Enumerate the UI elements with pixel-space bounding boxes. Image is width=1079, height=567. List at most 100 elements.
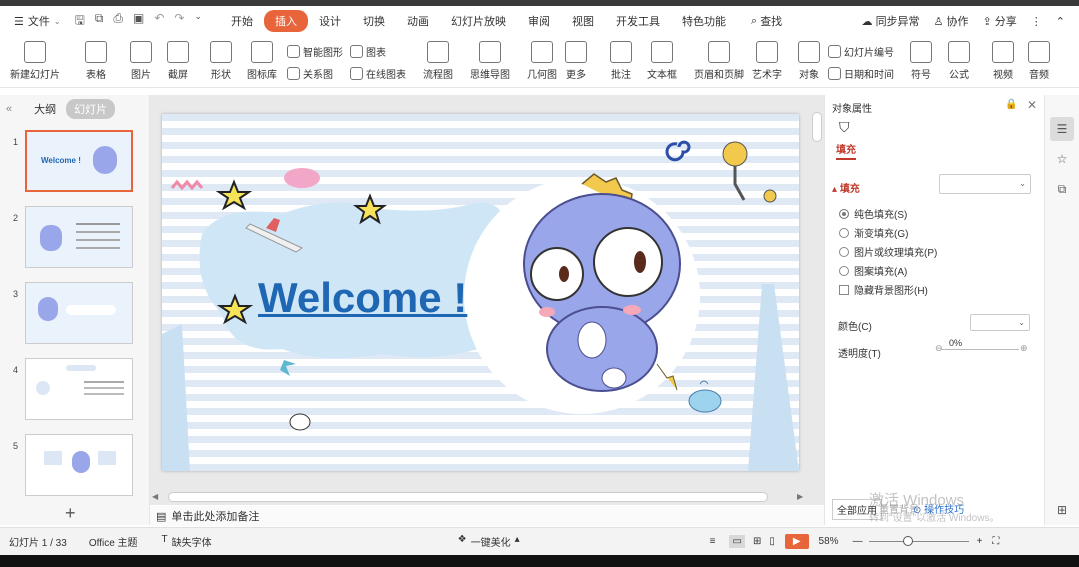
slide-title[interactable]: Welcome ! xyxy=(258,274,467,322)
comment-button[interactable]: 批注 xyxy=(610,41,632,81)
export-icon[interactable]: ⧉ xyxy=(95,11,104,32)
wordart-button[interactable]: 艺术字 xyxy=(752,41,782,81)
zoom-in-icon[interactable]: + xyxy=(977,536,983,547)
datetime-button[interactable]: 日期和时间 xyxy=(828,66,894,81)
play-slideshow-button[interactable]: ▶ xyxy=(784,534,809,549)
slide-thumbnail-1[interactable]: Welcome ! xyxy=(25,130,133,192)
mindmap-button[interactable]: 思维导图 xyxy=(470,41,510,81)
beautify-button[interactable]: ❖ 一键美化 ▴ xyxy=(458,534,520,549)
tab-fill[interactable]: 填充 xyxy=(836,141,856,160)
missing-font-button[interactable]: T 缺失字体 xyxy=(162,534,212,549)
normal-view-icon[interactable]: ▭ xyxy=(729,535,745,548)
slide-thumbnail-2[interactable] xyxy=(25,206,133,268)
geometry-button[interactable]: 几何图 xyxy=(527,41,557,81)
tab-features[interactable]: 特色功能 xyxy=(671,10,737,32)
hide-background-checkbox[interactable]: 隐藏背景图形(H) xyxy=(839,282,928,297)
add-slide-icon[interactable]: + xyxy=(65,503,76,524)
zoom-out-icon[interactable]: — xyxy=(853,536,863,547)
new-slide-button[interactable]: 新建幻灯片 xyxy=(10,41,60,81)
textbox-button[interactable]: 文本框 xyxy=(647,41,677,81)
picture-fill-option[interactable]: 图片或纹理填充(P) xyxy=(839,244,937,259)
relation-button[interactable]: 关系图 xyxy=(287,66,333,81)
zoom-slider[interactable] xyxy=(868,536,969,546)
online-chart-button[interactable]: 在线图表 xyxy=(350,66,406,81)
tab-slides[interactable]: 幻灯片 xyxy=(66,99,116,119)
notes-bar[interactable]: ▤ 单击此处添加备注 xyxy=(150,506,824,526)
print-icon[interactable]: ⎙ xyxy=(113,11,123,32)
symbol-button[interactable]: 符号 xyxy=(910,41,932,81)
tab-transition[interactable]: 切换 xyxy=(352,10,396,32)
design-rail-button[interactable]: ⧉ xyxy=(1050,177,1074,201)
transparency-slider[interactable] xyxy=(941,349,1019,350)
undo-icon[interactable]: ↶ xyxy=(154,11,164,32)
tab-developer[interactable]: 开发工具 xyxy=(605,10,671,32)
zoom-level[interactable]: 58% xyxy=(819,536,839,547)
object-properties-panel: 对象属性 🔒 ✕ ⛉ 填充 ▴ 填充 ⌄ 纯色填充(S) 渐变填充(G) 图片或… xyxy=(824,95,1044,525)
more-button[interactable]: 更多 xyxy=(565,41,587,81)
screenshot-button[interactable]: 截屏 xyxy=(167,41,189,81)
slide-sorter-icon[interactable]: ⊞ xyxy=(753,536,761,547)
fill-dropdown[interactable]: ⌄ xyxy=(939,174,1031,194)
more-menu-icon[interactable]: ⋮ xyxy=(1031,15,1042,28)
tab-animation[interactable]: 动画 xyxy=(396,10,440,32)
slide-number-button[interactable]: 幻灯片编号 xyxy=(828,44,894,59)
tab-review[interactable]: 审阅 xyxy=(517,10,561,32)
reading-view-icon[interactable]: ▯ xyxy=(769,536,775,547)
find-button[interactable]: ⌕ 查找 xyxy=(751,13,782,29)
close-icon[interactable]: ✕ xyxy=(1027,98,1037,112)
redo-icon[interactable]: ↷ xyxy=(174,11,184,32)
video-button[interactable]: 视频 xyxy=(992,41,1014,81)
audio-button[interactable]: 音频 xyxy=(1028,41,1050,81)
slide-thumbnail-5[interactable] xyxy=(25,434,133,496)
formula-button[interactable]: 公式 xyxy=(948,41,970,81)
slide-thumbnail-3[interactable] xyxy=(25,282,133,344)
collapse-pane-icon[interactable]: « xyxy=(6,103,12,115)
slide-1[interactable]: Welcome ! xyxy=(162,114,799,471)
scroll-left-icon[interactable]: ◀ xyxy=(152,492,158,501)
solid-fill-option[interactable]: 纯色填充(S) xyxy=(839,206,907,221)
zoom-thumb[interactable] xyxy=(902,536,913,546)
file-menu[interactable]: ☰ 文件 ⌄ xyxy=(8,13,67,29)
vertical-scrollbar[interactable] xyxy=(812,112,822,142)
color-dropdown[interactable]: ⌄ xyxy=(970,314,1030,331)
customize-icon[interactable]: ⌄ xyxy=(194,11,202,32)
horizontal-scrollbar[interactable] xyxy=(168,492,768,502)
fill-section-header[interactable]: ▴ 填充 xyxy=(832,180,860,195)
header-footer-button[interactable]: 页眉和页脚 xyxy=(694,41,744,81)
shape-button[interactable]: 形状 xyxy=(210,41,232,81)
flowchart-button[interactable]: 流程图 xyxy=(423,41,453,81)
collab-button[interactable]: ♙ 协作 xyxy=(934,13,969,29)
pin-icon[interactable]: 🔒 xyxy=(1005,99,1017,110)
tab-slideshow[interactable]: 幻灯片放映 xyxy=(440,10,517,32)
smart-graphic-button[interactable]: 智能图形 xyxy=(287,44,343,59)
fit-window-icon[interactable]: ⛶ xyxy=(992,536,999,547)
table-button[interactable]: 表格 xyxy=(85,41,107,81)
preview-icon[interactable]: ▣ xyxy=(133,11,144,32)
tab-home[interactable]: 开始 xyxy=(220,10,264,32)
save-icon[interactable]: 🖫 xyxy=(75,11,85,32)
icon-library-button[interactable]: 图标库 xyxy=(247,41,277,81)
sync-status[interactable]: ☁ 同步异常 xyxy=(862,13,920,29)
object-button[interactable]: 对象 xyxy=(798,41,820,81)
tab-view[interactable]: 视图 xyxy=(561,10,605,32)
theme-name[interactable]: Office 主题 xyxy=(89,534,138,549)
share-button[interactable]: ⇪ 分享 xyxy=(983,13,1017,29)
properties-rail-button[interactable]: ☰ xyxy=(1050,117,1074,141)
tab-design[interactable]: 设计 xyxy=(308,10,352,32)
collapse-ribbon-icon[interactable]: ⌃ xyxy=(1056,15,1065,28)
plus-icon[interactable]: ⊕ xyxy=(1020,343,1028,354)
animation-rail-button[interactable]: ☆ xyxy=(1050,147,1074,171)
slide-thumbnail-4[interactable] xyxy=(25,358,133,420)
picture-button[interactable]: 图片 xyxy=(130,41,152,81)
chart-button[interactable]: 图表 xyxy=(350,44,386,59)
pattern-fill-option[interactable]: 图案填充(A) xyxy=(839,263,907,278)
right-rail: ☰ ☆ ⧉ ⊞ xyxy=(1044,95,1079,525)
minus-icon[interactable]: ⊖ xyxy=(935,343,943,354)
status-bar: 幻灯片 1 / 33 Office 主题 T 缺失字体 ❖ 一键美化 ▴ ≡ ▭ ⊞ … xyxy=(0,527,1079,555)
grid-rail-button[interactable]: ⊞ xyxy=(1050,498,1074,522)
tab-insert[interactable]: 插入 xyxy=(264,10,309,32)
scroll-right-icon[interactable]: ▶ xyxy=(797,492,803,501)
gradient-fill-option[interactable]: 渐变填充(G) xyxy=(839,225,908,240)
notes-toggle-icon[interactable]: ≡ xyxy=(710,536,716,547)
tab-outline[interactable]: 大纲 xyxy=(34,101,56,117)
